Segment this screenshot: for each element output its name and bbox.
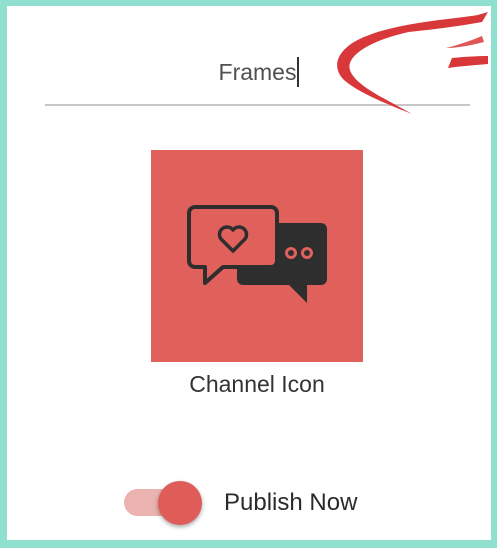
- publish-toggle-thumb[interactable]: [158, 481, 202, 525]
- publish-now-row: Publish Now: [124, 476, 424, 528]
- red-arrow-annotation-icon: [337, 12, 488, 114]
- channel-icon-label: Channel Icon: [189, 371, 325, 397]
- chat-bubbles-heart-icon: [187, 205, 327, 303]
- text-caret: [297, 57, 299, 87]
- publish-now-label: Publish Now: [224, 489, 358, 516]
- channel-icon-tile[interactable]: [151, 150, 363, 362]
